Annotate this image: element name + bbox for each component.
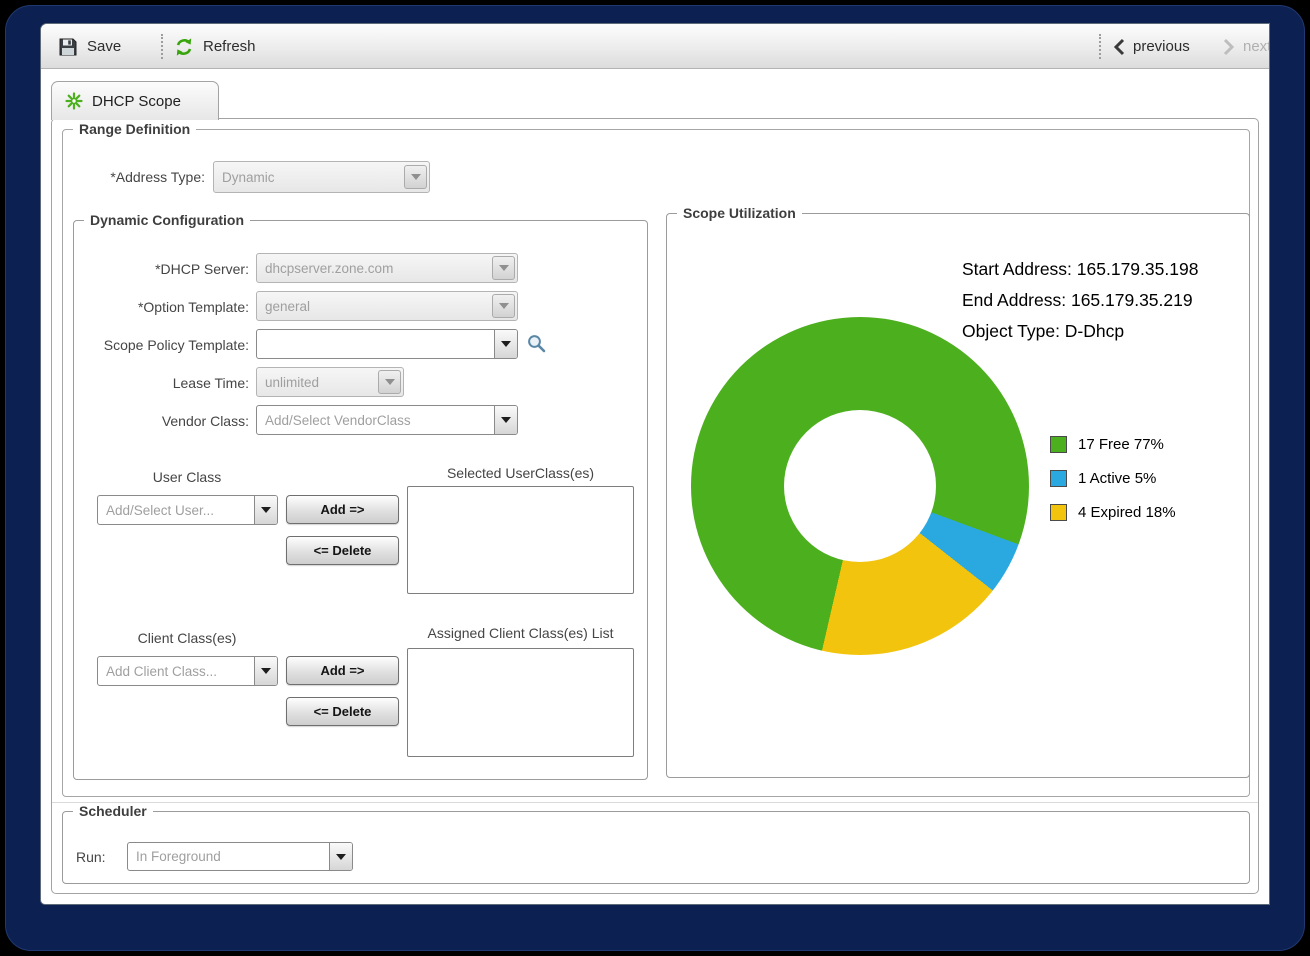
client-class-delete-label: <= Delete (314, 704, 372, 719)
dynamic-configuration-group: Dynamic Configuration *DHCP Server: dhcp… (73, 220, 648, 780)
assigned-clientclass-label: Assigned Client Class(es) List (397, 625, 644, 641)
range-definition-group: Range Definition *Address Type: Dynamic … (62, 129, 1250, 797)
vendor-class-placeholder: Add/Select VendorClass (257, 413, 494, 428)
legend-item-active: 1 Active 5% (1050, 470, 1156, 487)
toolbar: Save Refresh previous (41, 24, 1269, 69)
next-button[interactable]: next (1223, 24, 1269, 69)
client-class-label: Client Class(es) (97, 630, 277, 646)
donut-hole (784, 410, 936, 562)
client-class-delete-button[interactable]: <= Delete (286, 697, 399, 726)
legend-label-active: 1 Active 5% (1078, 470, 1156, 487)
search-icon[interactable] (526, 333, 547, 354)
chevron-down-icon[interactable] (329, 843, 352, 870)
previous-label: previous (1133, 38, 1190, 55)
user-class-delete-button[interactable]: <= Delete (286, 536, 399, 565)
scheduler-legend: Scheduler (73, 803, 153, 819)
chevron-down-icon[interactable] (254, 657, 277, 685)
user-class-placeholder: Add/Select User... (98, 503, 254, 518)
lease-time-select: unlimited (256, 367, 404, 397)
tab-label: DHCP Scope (92, 93, 181, 110)
save-label: Save (87, 38, 121, 55)
lease-time-label: Lease Time: (79, 375, 249, 391)
toolbar-separator-right (1099, 34, 1101, 59)
tab-dhcp-scope[interactable]: DHCP Scope (51, 81, 219, 120)
vendor-class-label: Vendor Class: (79, 413, 249, 429)
chevron-down-icon[interactable] (494, 406, 517, 434)
object-type-text: Object Type: D-Dhcp (962, 321, 1124, 342)
toolbar-separator (161, 34, 163, 59)
run-select[interactable]: In Foreground (127, 842, 353, 871)
start-address-text: Start Address: 165.179.35.198 (962, 259, 1198, 280)
legend-label-expired: 4 Expired 18% (1078, 504, 1176, 521)
client-class-add-label: Add => (320, 663, 364, 678)
user-class-add-button[interactable]: Add => (286, 495, 399, 524)
legend-swatch-active (1050, 470, 1067, 487)
chevron-down-icon (492, 294, 515, 318)
dhcp-server-label: *DHCP Server: (79, 261, 249, 277)
legend-item-expired: 4 Expired 18% (1050, 504, 1176, 521)
dhcp-server-value: dhcpserver.zone.com (257, 261, 492, 276)
scope-policy-template-select[interactable] (256, 329, 518, 359)
dynamic-configuration-legend: Dynamic Configuration (84, 212, 250, 228)
client-class-add-button[interactable]: Add => (286, 656, 399, 685)
run-value: In Foreground (128, 849, 329, 864)
assigned-clientclass-listbox[interactable] (407, 648, 634, 757)
user-class-add-label: Add => (320, 502, 364, 517)
legend-label-free: 17 Free 77% (1078, 436, 1164, 453)
chevron-down-icon[interactable] (254, 496, 277, 524)
selected-userclass-label: Selected UserClass(es) (407, 465, 634, 481)
refresh-label: Refresh (203, 38, 256, 55)
scheduler-group: Scheduler Run: In Foreground (62, 811, 1250, 884)
panel-divider (52, 802, 1258, 803)
scope-policy-template-label: Scope Policy Template: (79, 337, 249, 353)
donut-chart (691, 317, 1029, 655)
user-class-delete-label: <= Delete (314, 543, 372, 558)
option-template-select: general (256, 291, 518, 321)
legend-swatch-free (1050, 436, 1067, 453)
address-type-value: Dynamic (214, 170, 404, 185)
user-class-label: User Class (97, 469, 277, 485)
chevron-down-icon (378, 370, 401, 394)
run-label: Run: (76, 849, 106, 865)
save-button[interactable]: Save (57, 24, 121, 69)
chevron-right-icon (1223, 38, 1235, 56)
selected-userclass-listbox[interactable] (407, 486, 634, 594)
address-type-select: Dynamic (213, 161, 430, 193)
option-template-label: *Option Template: (79, 299, 249, 315)
option-template-value: general (257, 299, 492, 314)
scope-utilization-group: Scope Utilization Start Address: 165.179… (666, 213, 1250, 778)
app-window: Save Refresh previous (41, 24, 1269, 904)
starburst-icon (65, 92, 83, 110)
chevron-left-icon (1113, 38, 1125, 56)
user-class-select[interactable]: Add/Select User... (97, 495, 278, 525)
address-type-label: *Address Type: (68, 169, 205, 185)
dhcp-server-select: dhcpserver.zone.com (256, 253, 518, 283)
main-panel: Range Definition *Address Type: Dynamic … (51, 118, 1259, 894)
scope-utilization-legend: Scope Utilization (677, 205, 802, 221)
chevron-down-icon (404, 165, 427, 189)
client-class-select[interactable]: Add Client Class... (97, 656, 278, 686)
chevron-down-icon (492, 256, 515, 280)
legend-item-free: 17 Free 77% (1050, 436, 1164, 453)
end-address-text: End Address: 165.179.35.219 (962, 290, 1193, 311)
refresh-icon (173, 36, 195, 58)
vendor-class-select[interactable]: Add/Select VendorClass (256, 405, 518, 435)
lease-time-value: unlimited (257, 375, 378, 390)
next-label: next (1243, 38, 1269, 55)
range-definition-legend: Range Definition (73, 121, 196, 137)
refresh-button[interactable]: Refresh (173, 24, 256, 69)
previous-button[interactable]: previous (1113, 24, 1190, 69)
legend-swatch-expired (1050, 504, 1067, 521)
client-class-placeholder: Add Client Class... (98, 664, 254, 679)
chevron-down-icon[interactable] (494, 330, 517, 358)
save-icon (57, 36, 79, 58)
outer-frame: Save Refresh previous (5, 5, 1305, 951)
